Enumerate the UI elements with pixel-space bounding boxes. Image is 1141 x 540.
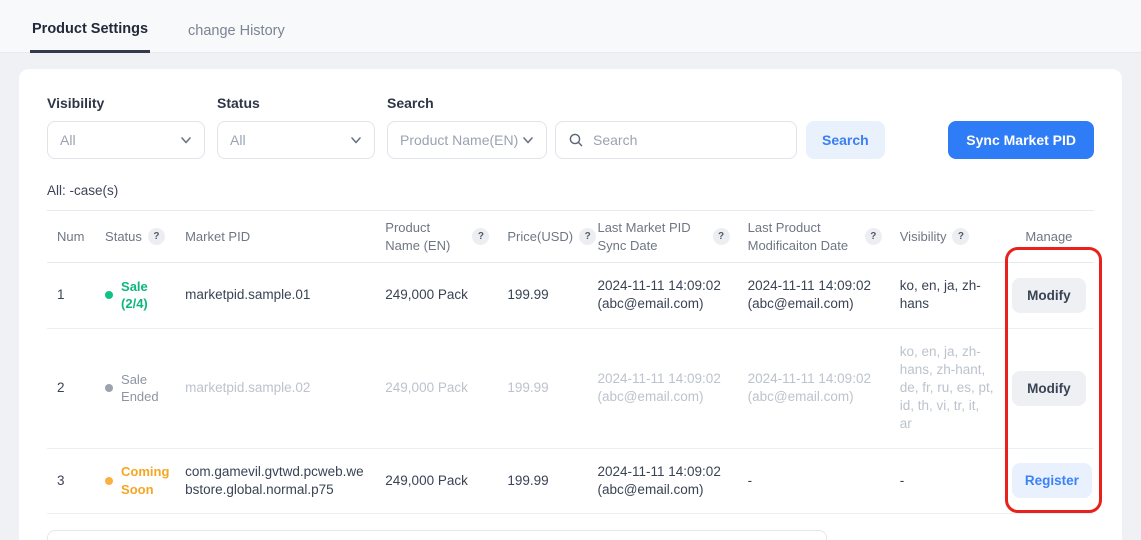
row-status: ComingSoon (95, 448, 175, 513)
drag-drop-note: Change the table item order by dragging … (47, 530, 827, 540)
visibility-filter-label: Visibility (47, 95, 205, 111)
visibility-filter-group: Visibility All (47, 95, 205, 159)
row-mod-date: 2024-11-11 14:09:02(abc@email.com) (738, 263, 890, 328)
chevron-down-icon (180, 134, 192, 146)
status-select[interactable]: All (217, 121, 375, 159)
column-header-market-pid: Market PID (175, 211, 375, 263)
column-header-manage: Manage (1002, 211, 1094, 263)
row-visibility: ko, en, ja, zh-hans (890, 263, 1002, 328)
row-product-name: 249,000 Pack (375, 328, 497, 448)
column-header-sync-date: Last Market PID Sync Date? (587, 211, 737, 263)
search-button[interactable]: Search (806, 121, 885, 159)
search-controls: Product Name(EN) Search (387, 121, 885, 159)
help-icon[interactable]: ? (472, 228, 489, 245)
column-header-status: Status? (95, 211, 175, 263)
row-manage: Register (1002, 448, 1094, 513)
status-dot-icon (105, 384, 113, 392)
row-price: 199.99 (497, 328, 587, 448)
search-type-select[interactable]: Product Name(EN) (387, 121, 547, 159)
column-header-visibility: Visibility? (890, 211, 1002, 263)
case-count-summary: All: -case(s) (47, 183, 1094, 198)
register-button[interactable]: Register (1012, 463, 1092, 498)
row-price: 199.99 (497, 263, 587, 328)
table-row[interactable]: 3 ComingSoon com.gamevil.gvtwd.pcweb.web… (47, 448, 1094, 513)
chevron-down-icon (350, 134, 362, 146)
tab-change-history[interactable]: change History (186, 8, 287, 52)
filter-bar: Visibility All Status All Search Product (47, 95, 1094, 159)
row-product-name: 249,000 Pack (375, 448, 497, 513)
search-type-select-value: Product Name(EN) (400, 132, 518, 148)
row-sync-date: 2024-11-11 14:09:02(abc@email.com) (587, 448, 737, 513)
search-icon (568, 132, 584, 148)
product-settings-panel: Visibility All Status All Search Product (19, 69, 1122, 540)
row-visibility: - (890, 448, 1002, 513)
row-num: 1 (47, 263, 95, 328)
search-filter-label: Search (387, 95, 885, 111)
row-status: Sale(2/4) (95, 263, 175, 328)
modify-button[interactable]: Modify (1012, 278, 1086, 313)
status-dot-icon (105, 477, 113, 485)
row-num: 3 (47, 448, 95, 513)
row-market-pid: marketpid.sample.01 (175, 263, 375, 328)
table-row[interactable]: 2 Sale Ended marketpid.sample.02 249,000… (47, 328, 1094, 448)
column-header-mod-date: Last Product Modificaiton Date? (738, 211, 890, 263)
status-dot-icon (105, 291, 113, 299)
table-row[interactable]: 1 Sale(2/4) marketpid.sample.01 249,000 … (47, 263, 1094, 328)
help-icon[interactable]: ? (148, 228, 165, 245)
column-header-price: Price(USD)? (497, 211, 587, 263)
help-icon[interactable]: ? (952, 228, 969, 245)
row-price: 199.99 (497, 448, 587, 513)
row-sync-date: 2024-11-11 14:09:02(abc@email.com) (587, 328, 737, 448)
modify-button[interactable]: Modify (1012, 371, 1086, 406)
row-sync-date: 2024-11-11 14:09:02(abc@email.com) (587, 263, 737, 328)
row-num: 2 (47, 328, 95, 448)
row-status: Sale Ended (95, 328, 175, 448)
status-select-value: All (230, 132, 246, 148)
column-header-num: Num (47, 211, 95, 263)
tab-product-settings[interactable]: Product Settings (30, 6, 150, 53)
chevron-down-icon (522, 134, 534, 146)
row-manage: Modify (1002, 328, 1094, 448)
row-market-pid: com.gamevil.gvtwd.pcweb.webstore.global.… (175, 448, 375, 513)
status-filter-label: Status (217, 95, 375, 111)
search-input[interactable] (593, 132, 784, 148)
sync-market-pid-button[interactable]: Sync Market PID (948, 121, 1094, 159)
product-table: Num Status? Market PID Product Name (EN)… (47, 210, 1094, 514)
row-mod-date: - (738, 448, 890, 513)
status-filter-group: Status All (217, 95, 375, 159)
column-header-product-name: Product Name (EN)? (375, 211, 497, 263)
search-input-wrapper (555, 121, 797, 159)
help-icon[interactable]: ? (713, 228, 730, 245)
row-product-name: 249,000 Pack (375, 263, 497, 328)
row-visibility: ko, en, ja, zh-hans, zh-hant, de, fr, ru… (890, 328, 1002, 448)
visibility-select[interactable]: All (47, 121, 205, 159)
search-filter-group: Search Product Name(EN) Search (387, 95, 885, 159)
row-mod-date: 2024-11-11 14:09:02(abc@email.com) (738, 328, 890, 448)
tab-bar: Product Settings change History (0, 0, 1141, 53)
product-table-wrapper: Num Status? Market PID Product Name (EN)… (47, 210, 1094, 514)
visibility-select-value: All (60, 132, 76, 148)
help-icon[interactable]: ? (865, 228, 882, 245)
row-manage: Modify (1002, 263, 1094, 328)
row-market-pid: marketpid.sample.02 (175, 328, 375, 448)
table-header-row: Num Status? Market PID Product Name (EN)… (47, 211, 1094, 263)
